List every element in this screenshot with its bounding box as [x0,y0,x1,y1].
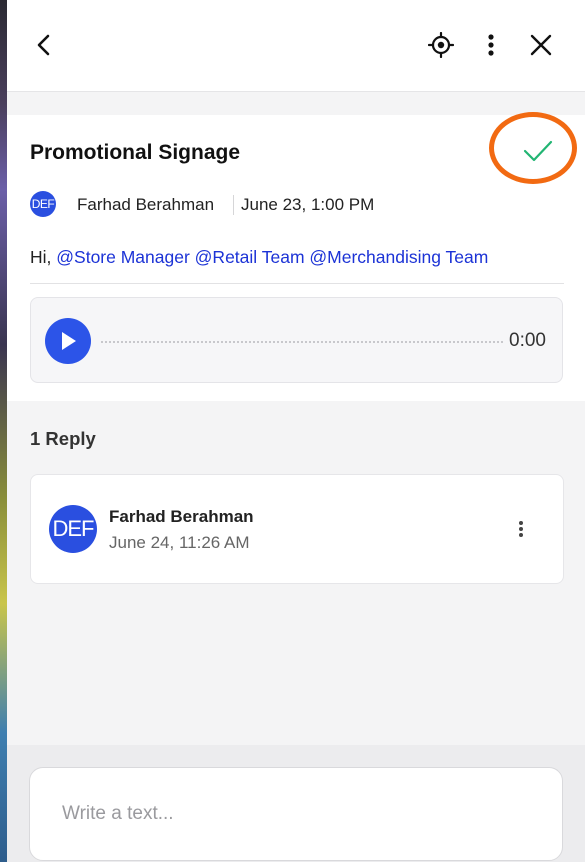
mention-store-manager[interactable]: @Store Manager [56,247,190,267]
close-button[interactable] [525,29,557,61]
avatar[interactable]: DEF [49,505,97,553]
comment-card: Promotional Signage DEF Farhad Berahman … [7,112,585,401]
audio-time: 0:00 [509,330,546,351]
comment-message: Hi, @Store Manager @Retail Team @Merchan… [30,247,488,268]
close-icon [530,34,552,56]
mention-retail-team[interactable]: @Retail Team [195,247,305,267]
checkmark-icon [523,140,553,162]
meta-divider [233,195,234,215]
back-button[interactable] [29,29,59,61]
locate-button[interactable] [425,29,457,61]
audio-progress-track[interactable] [101,341,503,343]
vertical-dots-icon [519,521,523,537]
mention-merchandising-team[interactable]: @Merchandising Team [309,247,488,267]
more-options-button[interactable] [475,29,507,61]
reply-author: Farhad Berahman [109,507,254,526]
background-image-strip [0,0,7,862]
comment-panel: Promotional Signage DEF Farhad Berahman … [7,0,585,862]
panel-header [7,0,585,92]
reply-item: DEF Farhad Berahman June 24, 11:26 AM [30,474,564,584]
play-button[interactable] [45,318,91,364]
crosshair-icon [428,32,454,58]
play-icon [62,332,76,350]
vertical-dots-icon [488,34,494,56]
reply-input[interactable] [29,767,563,861]
reply-count: 1 Reply [30,428,96,449]
chevron-left-icon [37,34,50,56]
composer-area [7,745,585,862]
reply-date: June 24, 11:26 AM [109,533,250,552]
comment-author: Farhad Berahman [77,195,215,214]
audio-player: 0:00 [30,297,563,383]
reply-more-button[interactable] [507,515,535,543]
comment-title: Promotional Signage [30,141,241,164]
comment-date: June 23, 1:00 PM [241,195,375,214]
avatar[interactable]: DEF [30,191,56,217]
message-text: Hi, [30,247,52,267]
content-divider [30,283,564,284]
resolve-button[interactable] [519,135,557,167]
